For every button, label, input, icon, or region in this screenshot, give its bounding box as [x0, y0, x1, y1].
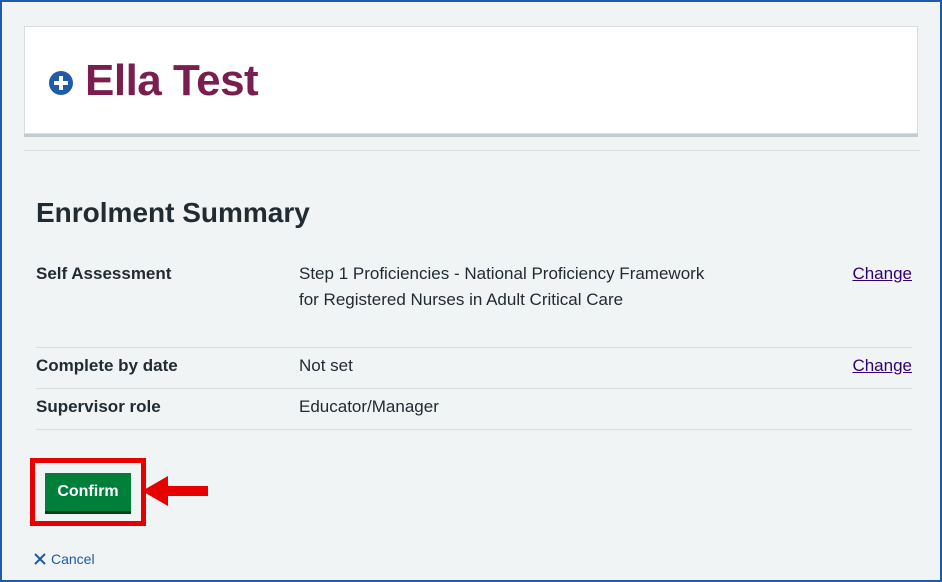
summary-key: Supervisor role	[36, 397, 161, 416]
app-frame: Ella Test Enrolment Summary Self Assessm…	[0, 0, 942, 582]
enrolment-summary-list: Self Assessment Step 1 Proficiencies - N…	[36, 256, 912, 430]
summary-value: Not set	[299, 356, 353, 375]
cancel-label: Cancel	[51, 551, 95, 567]
cancel-link[interactable]: Cancel	[32, 549, 95, 569]
change-self-assessment-link[interactable]: Change	[852, 261, 912, 287]
section-divider	[24, 150, 920, 151]
profile-header-card: Ella Test	[24, 26, 918, 134]
page-title: Enrolment Summary	[36, 197, 310, 228]
summary-row-self-assessment: Self Assessment Step 1 Proficiencies - N…	[36, 256, 912, 348]
profile-name: Ella Test	[85, 56, 259, 105]
summary-key: Complete by date	[36, 356, 178, 375]
plus-circle-icon	[49, 71, 73, 95]
change-complete-by-date-link[interactable]: Change	[852, 353, 912, 379]
summary-value: Educator/Manager	[299, 397, 439, 416]
summary-value: Step 1 Proficiencies - National Proficie…	[299, 264, 705, 309]
summary-row-supervisor-role: Supervisor role Educator/Manager	[36, 389, 912, 430]
summary-key: Self Assessment	[36, 264, 172, 283]
close-icon	[34, 553, 46, 565]
confirm-highlight-box: Confirm	[30, 458, 146, 526]
left-arrow-icon	[142, 476, 208, 506]
summary-row-complete-by-date: Complete by date Not set Change	[36, 348, 912, 389]
confirm-button[interactable]: Confirm	[45, 473, 131, 511]
